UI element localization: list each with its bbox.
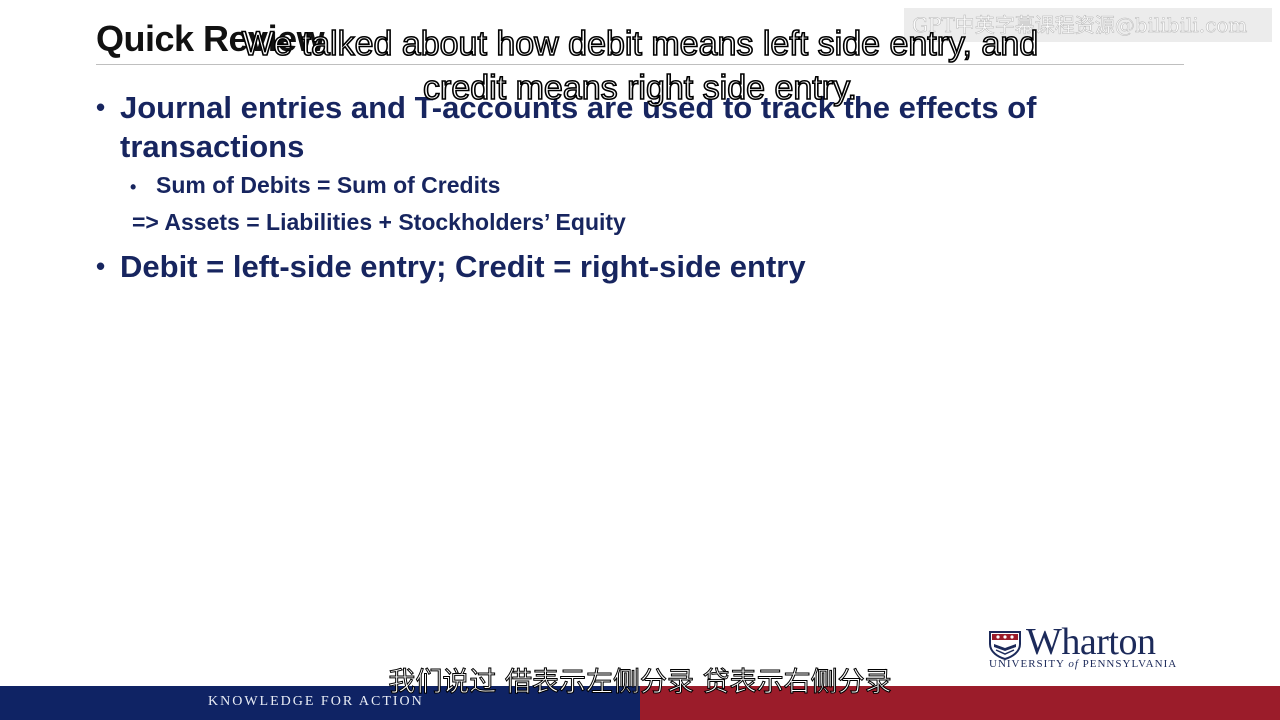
sub-bullet-text: Sum of Debits = Sum of Credits — [156, 172, 501, 198]
english-subtitle: We talked about how debit means left sid… — [241, 24, 1039, 108]
chinese-subtitle: 我们说过 借表示左侧分录 贷表示右侧分录 — [388, 667, 892, 699]
logo-university-line: UNIVERSITY of PENNSYLVANIA — [989, 658, 1178, 670]
bullet-item: • Debit = left-side entry; Credit = righ… — [96, 247, 996, 286]
equation-line: => Assets = Liabilities + Stockholders’ … — [132, 209, 626, 235]
bullet-text: Debit = left-side entry; Credit = right-… — [120, 249, 806, 284]
sub-bullet-item: • Sum of Debits = Sum of Credits — [130, 172, 500, 199]
bullet-dot-icon: • — [96, 92, 106, 122]
bullet-dot-icon: • — [96, 251, 106, 281]
shield-icon — [989, 631, 1021, 660]
wharton-logo: Wharton UNIVERSITY of PENNSYLVANIA — [988, 621, 1198, 674]
sub-bullet-dot-icon: • — [130, 177, 137, 197]
